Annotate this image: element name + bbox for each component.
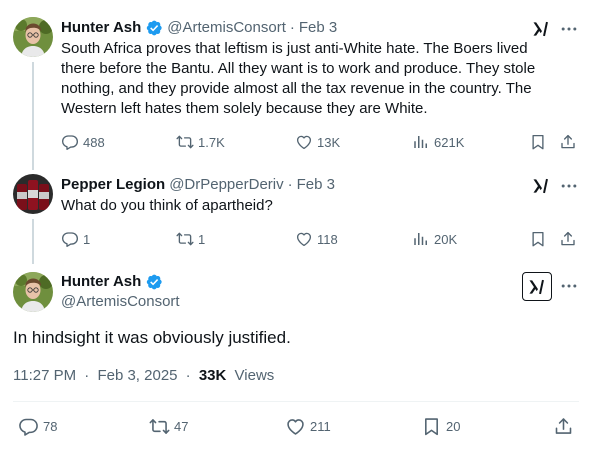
grok-icon[interactable] — [531, 176, 551, 196]
views-label: Views — [234, 367, 275, 384]
bookmark-count: 20 — [446, 418, 461, 434]
views-button[interactable]: 621K — [412, 132, 464, 152]
reply-count: 488 — [83, 134, 105, 150]
bookmark-button[interactable] — [529, 229, 551, 249]
share-icon — [553, 416, 574, 437]
divider — [13, 401, 579, 402]
reply-button[interactable]: 488 — [61, 132, 105, 152]
reply-icon — [61, 133, 79, 151]
reply-count: 1 — [83, 231, 91, 247]
tweet-meta: 11:27 PM · Feb 3, 2025 · 33K Views — [13, 366, 274, 386]
tweet-time[interactable]: 11:27 PM — [13, 367, 76, 384]
bookmark-button[interactable]: 20 — [421, 416, 460, 436]
tweet-header: Pepper Legion @DrPepperDeriv · Feb 3 — [61, 175, 335, 195]
thread-connector-line — [32, 219, 34, 264]
repost-button[interactable]: 1.7K — [176, 132, 225, 152]
like-button[interactable]: 118 — [295, 229, 338, 249]
separator-dot: · — [185, 367, 191, 384]
tweet-actions: 1 1 118 20K — [61, 229, 579, 249]
like-icon — [295, 133, 313, 151]
tweet-text-line: Western left hates them solely because t… — [61, 100, 428, 117]
tweet-text: What do you think of apartheid? — [61, 196, 566, 216]
user-handle[interactable]: @ArtemisConsort — [167, 18, 286, 38]
views-count: 20K — [434, 231, 458, 247]
repost-icon — [149, 416, 170, 437]
like-count: 118 — [317, 231, 338, 247]
share-icon — [559, 133, 577, 151]
views-count: 33K — [198, 367, 227, 384]
display-name[interactable]: Pepper Legion — [61, 175, 165, 195]
display-name[interactable]: Hunter Ash — [61, 272, 141, 292]
user-handle[interactable]: @DrPepperDeriv — [169, 175, 283, 195]
repost-count: 1 — [198, 231, 206, 247]
tweet-text-line: What do you think of apartheid? — [61, 197, 273, 214]
repost-icon — [176, 230, 194, 248]
like-button[interactable]: 211 — [285, 416, 331, 436]
bookmark-button[interactable] — [529, 132, 551, 152]
tweet-date[interactable]: Feb 3, 2025 — [97, 367, 177, 384]
tweet-date[interactable]: Feb 3 — [297, 175, 335, 195]
avatar[interactable] — [13, 17, 53, 57]
like-button[interactable]: 13K — [295, 132, 340, 152]
tweet-header: Hunter Ash @ArtemisConsort · Feb 3 — [61, 18, 337, 38]
more-icon[interactable] — [559, 176, 579, 196]
bookmark-icon — [421, 416, 442, 437]
more-icon[interactable] — [559, 19, 579, 39]
tweet-text: South Africa proves that leftism is just… — [61, 39, 566, 119]
thread-connector-line — [32, 62, 34, 170]
repost-count: 47 — [174, 418, 189, 434]
grok-icon — [527, 277, 547, 297]
tweet-text-line: South Africa proves that leftism is just… — [61, 40, 528, 57]
reply-icon — [18, 416, 39, 437]
repost-button[interactable]: 47 — [149, 416, 188, 436]
reply-button[interactable]: 78 — [18, 416, 57, 436]
share-icon — [559, 230, 577, 248]
grok-button[interactable] — [522, 272, 552, 301]
like-count: 13K — [317, 134, 341, 150]
separator-dot: · — [84, 367, 90, 384]
user-handle[interactable]: @ArtemisConsort — [61, 292, 180, 312]
tweet-header: Hunter Ash — [61, 272, 167, 292]
reply-button[interactable]: 1 — [61, 229, 90, 249]
avatar[interactable] — [13, 174, 53, 214]
bookmark-icon — [529, 133, 547, 151]
separator-dot: · — [289, 19, 295, 36]
tweet-date[interactable]: Feb 3 — [299, 18, 337, 38]
share-button[interactable] — [559, 229, 581, 249]
views-button[interactable]: 20K — [412, 229, 457, 249]
views-icon — [412, 230, 430, 248]
views-icon — [412, 133, 430, 151]
views-count: 621K — [434, 134, 465, 150]
like-icon — [295, 230, 313, 248]
tweet-text-line: nothing, and they provide almost all the… — [61, 80, 532, 97]
share-button[interactable] — [553, 416, 578, 436]
repost-button[interactable]: 1 — [176, 229, 205, 249]
tweet-actions: 78 47 211 20 — [13, 416, 579, 438]
reply-count: 78 — [43, 418, 58, 434]
like-icon — [285, 416, 306, 437]
grok-icon[interactable] — [531, 19, 551, 39]
reply-icon — [61, 230, 79, 248]
avatar[interactable] — [13, 272, 53, 312]
separator-dot: · — [287, 176, 293, 193]
repost-icon — [176, 133, 194, 151]
bookmark-icon — [529, 230, 547, 248]
like-count: 211 — [310, 418, 331, 434]
tweet-actions: 488 1.7K 13K 621K — [61, 132, 579, 152]
display-name[interactable]: Hunter Ash — [61, 18, 141, 38]
more-icon[interactable] — [559, 276, 579, 296]
tweet-text-line: there before the Bantu. All they want is… — [61, 60, 536, 77]
thread-tweet-2[interactable]: Pepper Legion @DrPepperDeriv · Feb 3 Wha… — [0, 165, 594, 264]
share-button[interactable] — [559, 132, 581, 152]
repost-count: 1.7K — [198, 134, 225, 150]
thread-tweet-1[interactable]: Hunter Ash @ArtemisConsort · Feb 3 South… — [0, 0, 594, 170]
verified-badge-icon — [145, 19, 163, 37]
verified-badge-icon — [145, 273, 163, 291]
tweet-text: In hindsight it was obviously justified. — [13, 328, 291, 347]
